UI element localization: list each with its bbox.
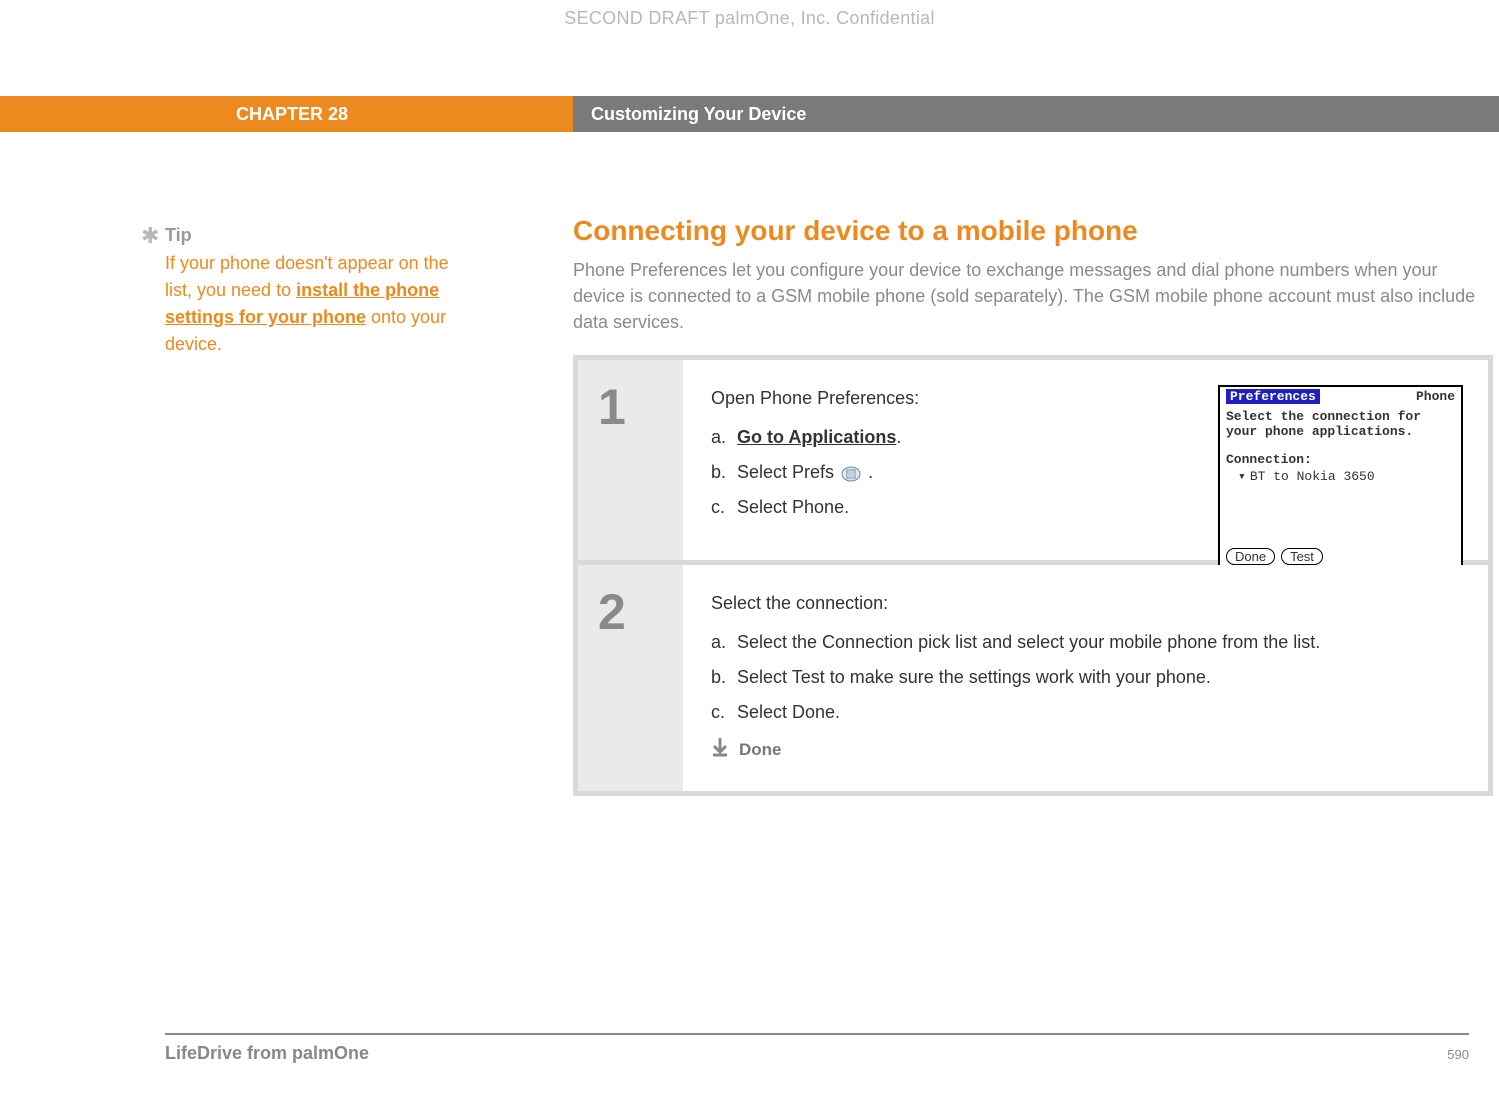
substep-c: c. Select Done.: [711, 702, 1460, 723]
step-heading: Select the connection:: [711, 593, 1460, 614]
substep-a: a. Select the Connection pick list and s…: [711, 632, 1460, 653]
palm-titlebar: Preferences Phone: [1220, 387, 1461, 406]
substep-b-pre: Select Prefs: [737, 462, 839, 482]
asterisk-icon: ✱: [141, 223, 159, 249]
palm-done-button[interactable]: Done: [1226, 548, 1275, 565]
substep-label: a.: [711, 632, 737, 653]
chapter-title: Customizing Your Device: [573, 96, 1499, 132]
substep-c-text: Select Done.: [737, 702, 840, 723]
palm-connection-picklist[interactable]: BT to Nokia 3650: [1220, 469, 1461, 544]
footer-product-name: LifeDrive from palmOne: [165, 1043, 369, 1064]
substep-b: b. Select Test to make sure the settings…: [711, 667, 1460, 688]
done-label: Done: [739, 740, 782, 760]
substep-c-text: Select Phone.: [737, 497, 849, 518]
substep-b-post: .: [868, 462, 873, 482]
watermark-text: SECOND DRAFT palmOne, Inc. Confidential: [564, 8, 935, 29]
substep-a-text: Select the Connection pick list and sele…: [737, 632, 1320, 653]
palm-title-right: Phone: [1416, 389, 1455, 404]
chapter-number: CHAPTER 28: [0, 96, 573, 132]
tip-body: If your phone doesn't appear on the list…: [165, 250, 475, 358]
page-number: 590: [1447, 1047, 1469, 1062]
step-number: 2: [578, 565, 683, 791]
tip-sidebar: ✱ Tip If your phone doesn't appear on th…: [165, 225, 475, 358]
step-2: 2 Select the connection: a. Select the C…: [578, 565, 1488, 791]
substep-label: b.: [711, 667, 737, 688]
done-indicator: Done: [711, 737, 1460, 763]
page-footer: LifeDrive from palmOne 590: [165, 1033, 1469, 1064]
section-title: Connecting your device to a mobile phone: [573, 215, 1499, 247]
substep-label: c.: [711, 497, 737, 518]
palm-instruction-text: Select the connection for your phone app…: [1220, 406, 1461, 442]
tip-label: Tip: [165, 225, 475, 246]
go-to-applications-link[interactable]: Go to Applications: [737, 427, 896, 447]
prefs-icon: [841, 466, 861, 482]
step-number: 1: [578, 360, 683, 560]
substep-a-post: .: [896, 427, 901, 447]
step-1: 1 Open Phone Preferences: a. Go to Appli…: [578, 360, 1488, 560]
step-body: Select the connection: a. Select the Con…: [683, 565, 1488, 791]
substep-label: c.: [711, 702, 737, 723]
main-content: Connecting your device to a mobile phone…: [573, 215, 1499, 796]
palm-connection-label: Connection:: [1220, 442, 1461, 469]
chapter-header: CHAPTER 28 Customizing Your Device: [0, 96, 1499, 132]
palm-title-left: Preferences: [1226, 389, 1320, 404]
palm-os-screenshot: Preferences Phone Select the connection …: [1218, 385, 1463, 573]
substep-b-text: Select Test to make sure the settings wo…: [737, 667, 1211, 688]
step-list: a. Select the Connection pick list and s…: [711, 632, 1460, 723]
substep-label: b.: [711, 462, 737, 483]
steps-container: 1 Open Phone Preferences: a. Go to Appli…: [573, 355, 1493, 796]
section-intro: Phone Preferences let you configure your…: [573, 257, 1499, 335]
step-body: Open Phone Preferences: a. Go to Applica…: [683, 360, 1488, 560]
substep-label: a.: [711, 427, 737, 448]
down-arrow-icon: [711, 737, 729, 763]
palm-test-button[interactable]: Test: [1281, 548, 1323, 565]
